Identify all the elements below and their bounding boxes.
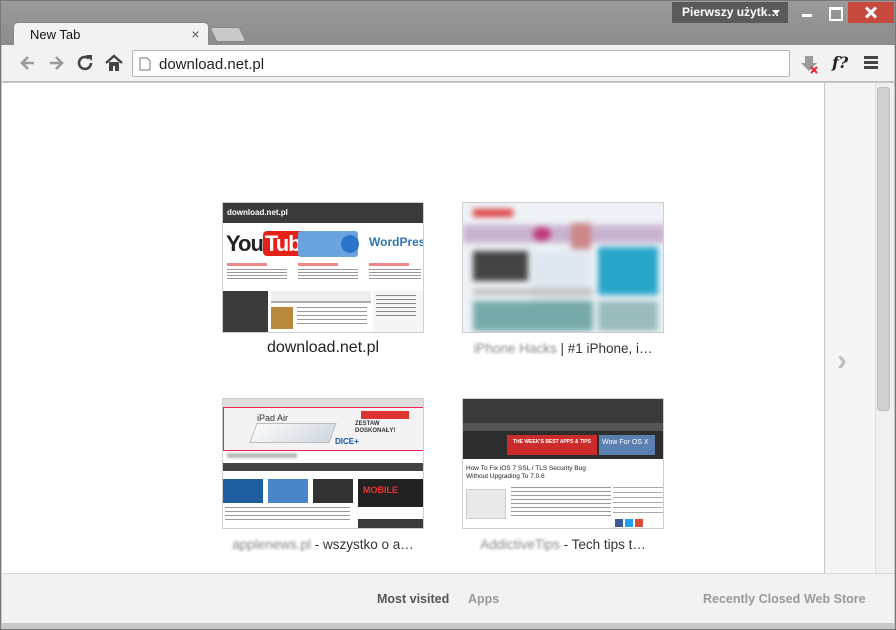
tile-title: iPhone Hacks | #1 iPhone, i… (473, 341, 653, 356)
title-bar: Pierwszy użytk… New Tab × (1, 1, 895, 46)
thumbnail-3: iPad Air ZESTAW DOSKONAŁY! DICE+ MOBILE (222, 398, 424, 529)
toolbar: download.net.pl f? (2, 45, 894, 82)
logo-text: download.net.pl (227, 208, 288, 217)
tile-title: AddictiveTips - Tech tips t… (480, 537, 646, 552)
forward-button[interactable] (44, 52, 68, 74)
headline-text: How To Fix iOS 7 SSL / TLS Security Bug … (466, 465, 586, 480)
home-icon (105, 54, 123, 71)
home-button[interactable] (102, 52, 126, 74)
download-extension-button[interactable] (798, 53, 820, 75)
f-extension-button[interactable]: f? (832, 53, 848, 72)
forward-arrow-icon (50, 56, 64, 70)
tile-title: download.net.pl (266, 339, 380, 356)
web-store-link[interactable]: Web Store (804, 592, 866, 606)
thumbnail-1: download.net.pl YouTube WordPress (222, 202, 424, 333)
tab-title: New Tab (30, 27, 81, 42)
close-window-button[interactable] (848, 2, 894, 23)
reload-button[interactable] (73, 52, 97, 74)
page-scroll-area (825, 83, 894, 573)
blurred-site-name: iPhone Hacks (473, 341, 557, 356)
tab-new-tab[interactable]: New Tab × (13, 22, 209, 46)
scrollbar-thumb[interactable] (877, 87, 890, 411)
profile-button[interactable]: Pierwszy użytk… (672, 2, 788, 23)
apps-link[interactable]: Apps (468, 592, 499, 606)
back-button[interactable] (16, 52, 40, 74)
wordpress-logo: WordPress (369, 235, 423, 249)
menu-icon[interactable] (864, 56, 878, 70)
new-tab-button[interactable] (209, 27, 247, 42)
browser-window: Pierwszy użytk… New Tab × download.net.p… (0, 0, 896, 630)
ipad-air-text: iPad Air (257, 413, 289, 423)
address-bar[interactable]: download.net.pl (132, 50, 790, 77)
maximize-button[interactable] (821, 2, 847, 23)
most-visited-link[interactable]: Most visited (377, 592, 449, 606)
blurred-site-name: applenews.pl (232, 537, 312, 552)
recently-closed-link[interactable]: Recently Closed (703, 592, 800, 606)
ntp-footer: Most visited Apps Recently Closed Web St… (2, 573, 894, 623)
page-icon (139, 57, 151, 71)
back-arrow-icon (20, 56, 34, 70)
new-tab-page: download.net.pl YouTube WordPress downlo… (2, 83, 824, 573)
tile-title: applenews.pl - wszystko o a… (232, 537, 414, 552)
tab-close-icon[interactable]: × (190, 27, 201, 41)
thumbnail-2 (462, 202, 664, 333)
reload-icon (77, 55, 93, 71)
blurred-site-name: AddictiveTips (480, 537, 560, 552)
caret-down-icon (772, 10, 780, 15)
download-icon (801, 56, 818, 74)
dice-text: DICE+ (335, 437, 359, 446)
url-text: download.net.pl (159, 56, 265, 73)
wow-text: Wow For OS X (602, 439, 649, 446)
thumbnail-4: THE WEEK'S BEST APPS & TIPS Wow For OS X… (462, 398, 664, 529)
next-page-arrow-icon[interactable]: › (837, 344, 847, 378)
zestaw-text: ZESTAW DOSKONAŁY! (355, 421, 396, 434)
mobile-text: MOBILE (363, 485, 398, 495)
minimize-button[interactable] (794, 2, 820, 23)
banner-text: THE WEEK'S BEST APPS & TIPS (513, 439, 591, 445)
profile-label: Pierwszy użytk… (682, 5, 780, 19)
